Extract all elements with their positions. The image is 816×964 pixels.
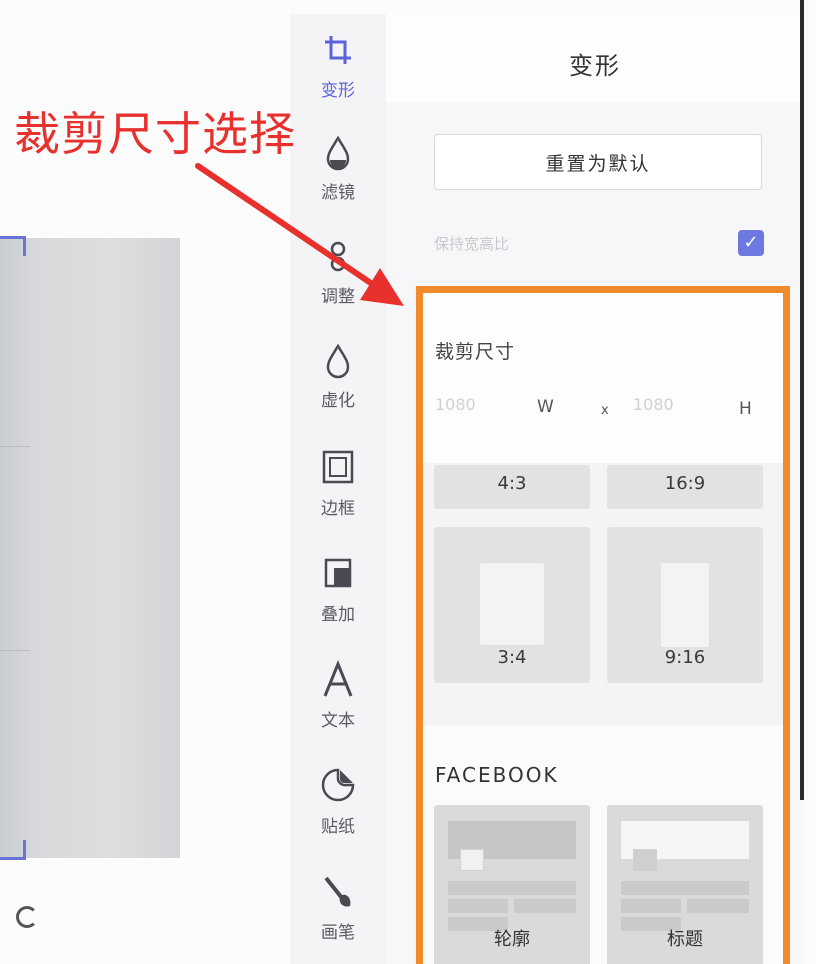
tool-label: 边框 [321, 499, 355, 519]
tool-sidebar: 变形 滤镜 调整 虚化 边框 叠加 文本 贴纸 画笔 [290, 14, 386, 964]
ratio-option-9-16[interactable]: 9:16 [607, 527, 763, 683]
crop-size-heading: 裁剪尺寸 [435, 341, 516, 363]
adjust-icon [330, 241, 346, 272]
tool-adjust[interactable]: 调整 [290, 236, 386, 336]
ratio-label: 9:16 [664, 647, 706, 668]
crop-size-inputs: 裁剪尺寸 W x H [423, 293, 783, 463]
height-input[interactable] [633, 391, 713, 417]
crop-icon [325, 36, 351, 64]
facebook-profile-option[interactable]: 轮廓 [434, 805, 590, 964]
facebook-heading: FACEBOOK [435, 763, 559, 787]
keep-ratio-setting[interactable]: 保持宽高比 ✓ [434, 228, 764, 258]
tool-label: 变形 [321, 81, 355, 101]
window-edge [800, 0, 804, 800]
tool-label: 叠加 [321, 605, 355, 625]
ratio-option-16-9[interactable]: 16:9 [607, 465, 763, 509]
keep-ratio-checkbox[interactable]: ✓ [738, 230, 764, 256]
size-separator: x [601, 403, 609, 418]
tool-label: 画笔 [321, 923, 355, 943]
filter-drop-icon [326, 135, 350, 171]
tool-filter[interactable]: 滤镜 [290, 132, 386, 232]
annotation-text: 裁剪尺寸选择 [14, 107, 296, 161]
tool-label: 文本 [321, 711, 355, 731]
portrait-preview-shape [480, 563, 544, 645]
reset-to-default-button[interactable]: 重置为默认 [434, 134, 762, 190]
tool-text[interactable]: 文本 [290, 660, 386, 760]
tool-blur[interactable]: 虚化 [290, 340, 386, 440]
panel-header: 变形 [386, 14, 804, 102]
facebook-cover-option[interactable]: 标题 [607, 805, 763, 964]
photo-preview[interactable] [0, 238, 180, 858]
size-row: W x H [423, 385, 783, 425]
ratio-option-3-4[interactable]: 3:4 [434, 527, 590, 683]
facebook-option-label: 标题 [667, 929, 703, 950]
text-icon [323, 660, 353, 697]
portrait-preview-shape [661, 563, 709, 647]
frame-icon [322, 450, 354, 484]
tool-transform[interactable]: 变形 [290, 30, 386, 130]
tool-overlay[interactable]: 叠加 [290, 554, 386, 654]
transform-panel: 变形 重置为默认 保持宽高比 ✓ 裁剪尺寸 W x H 4:3 16:9 3:4 [386, 14, 804, 964]
ratio-option-4-3[interactable]: 4:3 [434, 465, 590, 509]
tool-label: 贴纸 [321, 817, 355, 837]
width-input[interactable] [435, 391, 515, 417]
setting-label: 保持宽高比 [434, 235, 510, 253]
ratio-label: 16:9 [664, 473, 706, 494]
height-unit: H [739, 399, 752, 419]
brush-icon [324, 876, 351, 907]
tool-brush[interactable]: 画笔 [290, 872, 386, 964]
blur-drop-icon [326, 343, 350, 379]
sticker-icon [321, 768, 355, 802]
overlay-icon [324, 558, 352, 588]
tool-sticker[interactable]: 贴纸 [290, 766, 386, 866]
avatar-preview [460, 849, 484, 871]
width-unit: W [537, 397, 554, 417]
ratio-label: 3:4 [497, 647, 527, 668]
crop-handle-bottom[interactable] [0, 840, 26, 860]
facebook-section: FACEBOOK 轮廓 标题 [423, 725, 783, 964]
avatar-preview [633, 849, 657, 871]
tool-label: 滤镜 [321, 183, 355, 203]
tool-label: 调整 [321, 287, 355, 307]
loading-spinner-icon [16, 906, 38, 928]
panel-title: 变形 [569, 52, 621, 80]
tool-label: 虚化 [321, 391, 355, 411]
tool-frame[interactable]: 边框 [290, 448, 386, 548]
facebook-option-label: 轮廓 [494, 929, 530, 950]
ratio-label: 4:3 [497, 473, 527, 494]
crop-size-section: 裁剪尺寸 W x H 4:3 16:9 3:4 9:16 FACEBOOK [416, 286, 790, 964]
crop-handle-top[interactable] [0, 236, 26, 256]
